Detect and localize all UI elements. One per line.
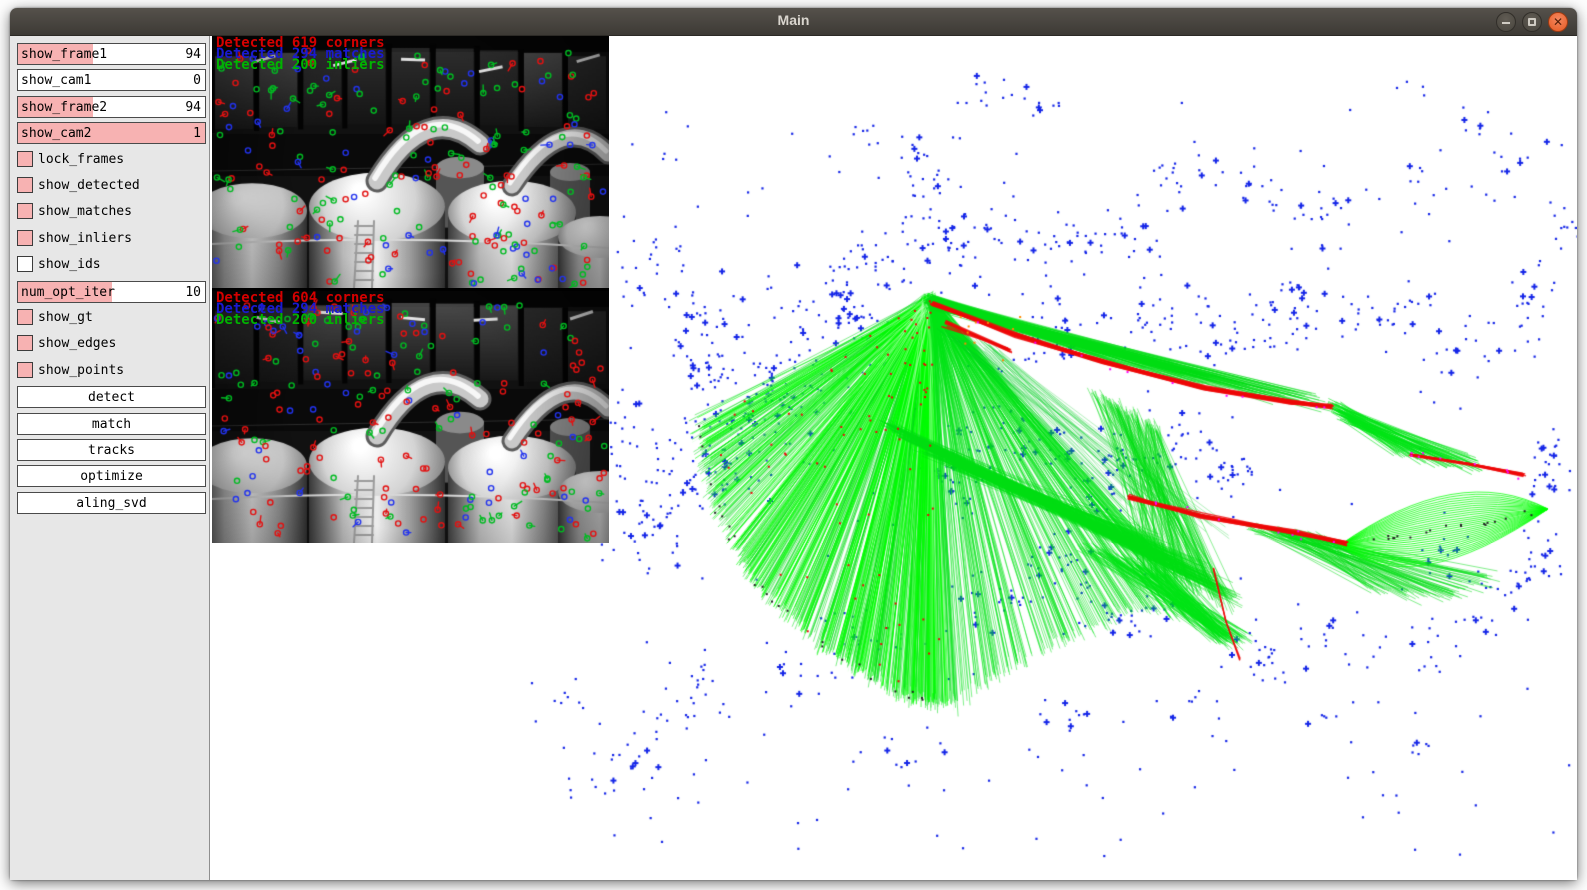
checkbox-label: show_edges [38,336,116,351]
checkbox-show_detected[interactable]: show_detected [17,175,206,197]
button-tracks[interactable]: tracks [17,439,206,461]
checkbox-show_gt[interactable]: show_gt [17,307,206,329]
slider-value: 94 [185,47,201,62]
button-optimize[interactable]: optimize [17,465,206,487]
slider-value: 0 [193,73,201,88]
checkbox-checked-icon[interactable] [17,335,33,351]
slider-show_cam2[interactable]: show_cam2 1 [17,122,206,144]
slider-value: 10 [185,285,201,300]
slider-label: show_frame2 [21,100,107,115]
checkbox-show_edges[interactable]: show_edges [17,333,206,355]
checkbox-checked-icon[interactable] [17,362,33,378]
slider-label: num_opt_iter [21,285,115,300]
checkbox-lock_frames[interactable]: lock_frames [17,149,206,171]
checkbox-show_ids[interactable]: show_ids [17,254,206,276]
main-window: ✕ Main show_frame1 94 show_cam1 0 show_frame… [10,8,1577,880]
slider-label: show_cam2 [21,126,91,141]
camera-view-2 [212,291,609,543]
button-label: tracks [88,443,135,458]
slider-num_opt_iter[interactable]: num_opt_iter 10 [17,281,206,303]
checkbox-show_inliers[interactable]: show_inliers [17,228,206,250]
checkbox-show_points[interactable]: show_points [17,360,206,382]
slider-value: 1 [193,126,201,141]
button-label: aling_svd [76,496,146,511]
checkbox-checked-icon[interactable] [17,177,33,193]
camera-view-1 [212,36,609,288]
checkbox-checked-icon[interactable] [17,203,33,219]
slider-value: 94 [185,100,201,115]
checkbox-checked-icon[interactable] [17,230,33,246]
checkbox-checked-icon[interactable] [17,151,33,167]
window-content: show_frame194show_cam10show_frame294show… [10,36,1577,880]
checkbox-label: show_detected [38,178,140,193]
control-panel: show_frame194show_cam10show_frame294show… [10,36,210,880]
button-detect[interactable]: detect [17,386,206,408]
window-title: Main [10,12,1577,28]
checkbox-label: show_ids [38,257,101,272]
titlebar[interactable]: ✕ Main [10,8,1577,36]
checkbox-label: show_matches [38,204,132,219]
camera-views: Detected 619 cornersDetected 294 matches… [212,36,609,543]
slider-show_cam1[interactable]: show_cam1 0 [17,69,206,91]
button-aling_svd[interactable]: aling_svd [17,492,206,514]
checkbox-checked-icon[interactable] [17,309,33,325]
button-label: detect [88,390,135,405]
checkbox-show_matches[interactable]: show_matches [17,201,206,223]
checkbox-label: show_inliers [38,231,132,246]
checkbox-label: lock_frames [38,152,124,167]
viewport-3d[interactable]: Detected 619 cornersDetected 294 matches… [211,36,1577,880]
slider-label: show_cam1 [21,73,91,88]
button-label: optimize [80,469,143,484]
slider-label: show_frame1 [21,47,107,62]
checkbox-unchecked-icon[interactable] [17,256,33,272]
checkbox-label: show_points [38,363,124,378]
slider-show_frame2[interactable]: show_frame2 94 [17,96,206,118]
checkbox-label: show_gt [38,310,93,325]
button-label: match [92,417,131,432]
slider-show_frame1[interactable]: show_frame1 94 [17,43,206,65]
button-match[interactable]: match [17,413,206,435]
